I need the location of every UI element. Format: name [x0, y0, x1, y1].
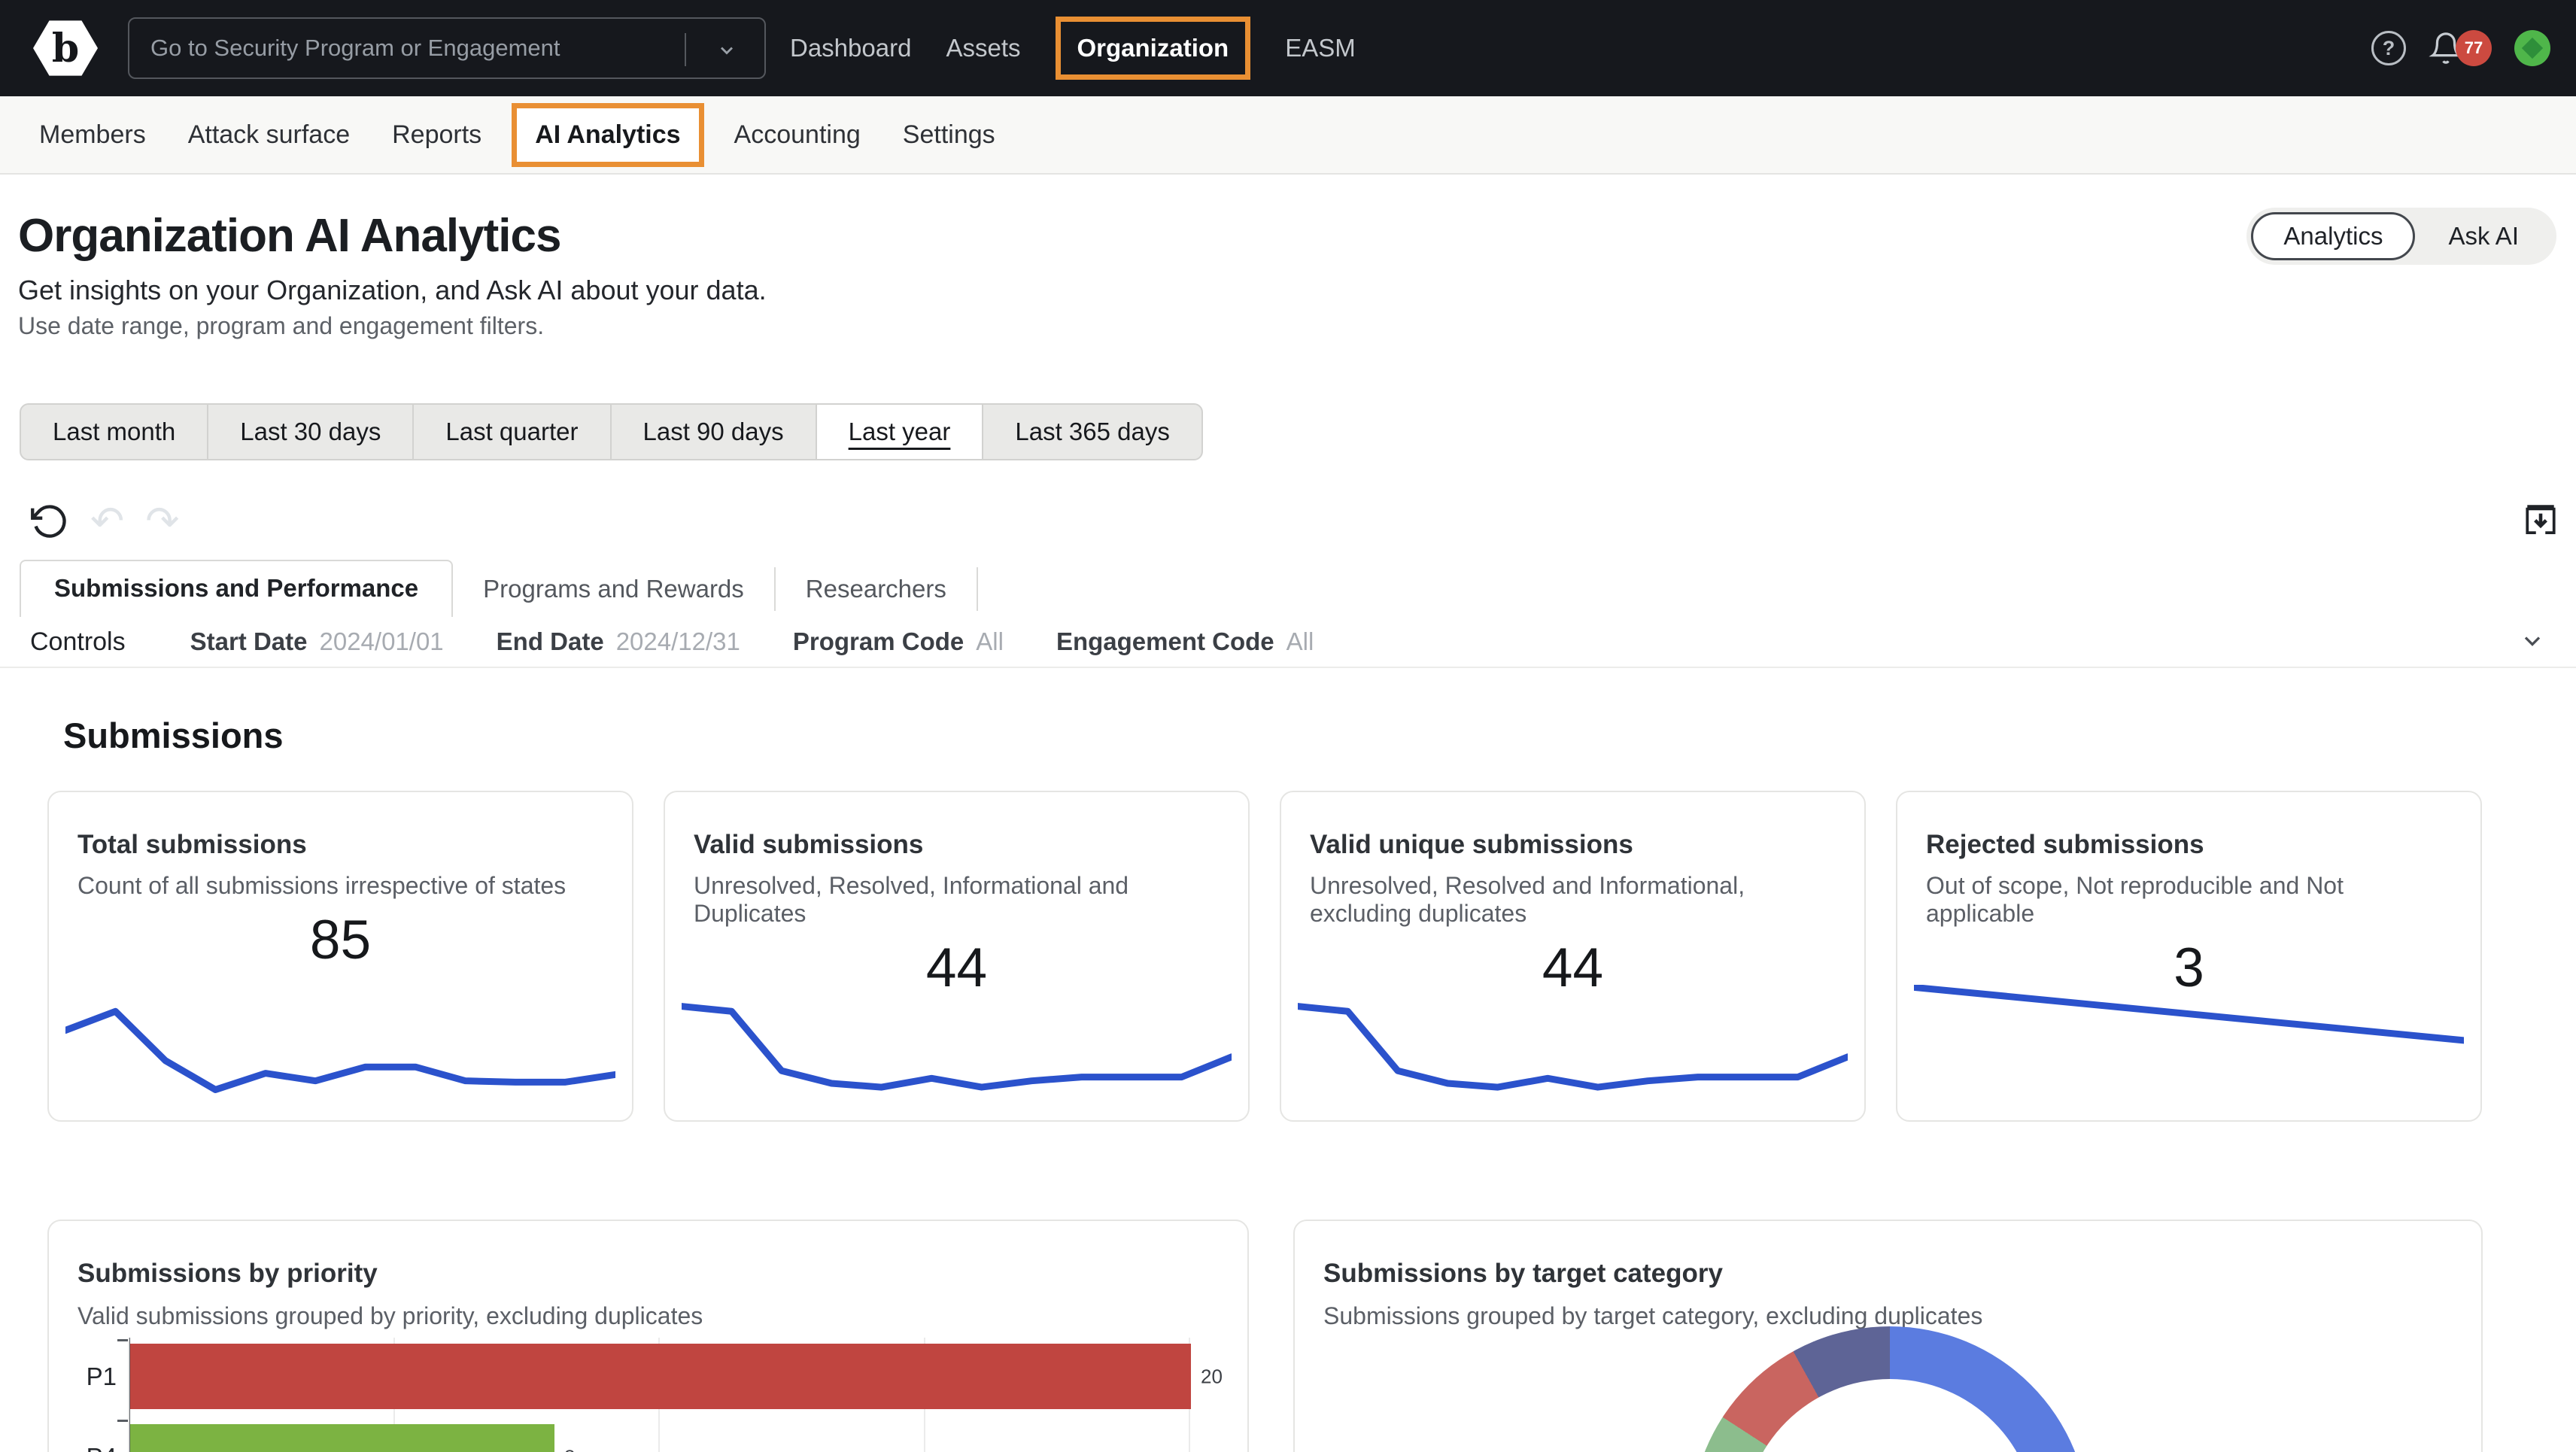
analytics-askai-toggle: Analytics Ask AI [2246, 208, 2556, 265]
stat-card-value: 85 [309, 910, 372, 971]
date-range-segmented-control: Last month Last 30 days Last quarter Las… [20, 403, 1203, 460]
gridline [128, 1338, 129, 1452]
submissions-by-target-category-card: Submissions by target category Submissio… [1293, 1220, 2483, 1452]
total-submissions-card: Total submissions Count of all submissio… [47, 791, 633, 1122]
stat-card-title: Valid unique submissions [1310, 830, 1633, 859]
stat-card-description: Out of scope, Not reproducible and Not a… [1926, 872, 2344, 927]
submissions-section-heading: Submissions [63, 715, 284, 755]
chevron-down-icon[interactable] [716, 40, 737, 61]
filter-engagement-code[interactable]: Engagement Code All [1056, 627, 1314, 656]
help-icon[interactable]: ? [2371, 31, 2406, 65]
stat-card-title: Total submissions [77, 830, 307, 859]
subnav-attack-surface[interactable]: Attack surface [188, 120, 350, 150]
date-last-90-days[interactable]: Last 90 days [612, 405, 817, 459]
notification-count-badge: 77 [2456, 30, 2492, 66]
bugcrowd-logo[interactable]: b [33, 20, 98, 76]
chart-title: Submissions by priority [77, 1259, 378, 1288]
subnav-reports[interactable]: Reports [392, 120, 481, 150]
subnav-members[interactable]: Members [39, 120, 146, 150]
chart-subtitle: Valid submissions grouped by priority, e… [77, 1302, 703, 1329]
chart-subtitle: Submissions grouped by target category, … [1323, 1302, 1983, 1329]
tab-submissions-and-performance[interactable]: Submissions and Performance [20, 560, 454, 617]
subnav-ai-analytics[interactable]: AI Analytics [535, 120, 680, 149]
date-last-month[interactable]: Last month [21, 405, 209, 459]
filter-start-date[interactable]: Start Date 2024/01/01 [190, 627, 444, 656]
search-placeholder: Go to Security Program or Engagement [150, 35, 560, 61]
bar-category-label: P4 [56, 1443, 117, 1452]
user-avatar[interactable] [2514, 30, 2550, 66]
filter-end-date[interactable]: End Date 2024/12/31 [497, 627, 740, 656]
chart-title: Submissions by target category [1323, 1259, 1723, 1288]
dashboard-toolbar: ↶ ↷ [0, 501, 2576, 546]
search-input[interactable]: Go to Security Program or Engagement [128, 17, 766, 79]
date-last-30-days[interactable]: Last 30 days [208, 405, 415, 459]
tab-researchers[interactable]: Researchers [776, 567, 978, 611]
stat-card-title: Rejected submissions [1926, 830, 2204, 859]
controls-row: Controls Start Date 2024/01/01 End Date … [0, 617, 2576, 668]
nav-dashboard[interactable]: Dashboard [790, 34, 911, 62]
ask-ai-toggle-button[interactable]: Ask AI [2415, 212, 2552, 260]
bar-value-label: 20 [1201, 1365, 1223, 1387]
page-title: Organization AI Analytics [18, 210, 561, 262]
date-last-365-days[interactable]: Last 365 days [983, 405, 1201, 459]
valid-submissions-card: Valid submissions Unresolved, Resolved, … [664, 791, 1250, 1122]
axis-tick [117, 1339, 128, 1341]
stat-card-description: Unresolved, Resolved and Informational, … [1310, 872, 1745, 927]
bar-P1 [130, 1344, 1191, 1409]
page-subtitle: Get insights on your Organization, and A… [18, 275, 767, 305]
subnav-accounting[interactable]: Accounting [734, 120, 861, 150]
org-secondary-nav: Members Attack surface Reports AI Analyt… [0, 96, 2576, 175]
bar-category-label: P1 [86, 1362, 117, 1390]
analytics-tabs: Submissions and Performance Programs and… [20, 560, 2576, 617]
charts-row: Submissions by priority Valid submission… [47, 1220, 2576, 1452]
logo-letter: b [51, 25, 80, 71]
controls-collapse-chevron-icon[interactable] [2519, 627, 2546, 655]
stat-card-title: Valid submissions [694, 830, 924, 859]
donut-hole [1743, 1379, 2037, 1452]
notifications-button[interactable]: 77 [2429, 30, 2492, 66]
tab-programs-and-rewards[interactable]: Programs and Rewards [453, 567, 776, 611]
filter-program-code[interactable]: Program Code All [793, 627, 1004, 656]
refresh-icon[interactable] [30, 502, 69, 541]
stat-card-description: Count of all submissions irrespective of… [77, 872, 567, 899]
valid-unique-submissions-card: Valid unique submissions Unresolved, Res… [1280, 791, 1866, 1122]
undo-icon[interactable]: ↶ [90, 501, 124, 542]
bar-P4 [130, 1424, 554, 1452]
priority-bar-plot: P120P48 [87, 1338, 1238, 1452]
controls-label: Controls [30, 627, 126, 656]
axis-tick [117, 1420, 128, 1422]
date-last-quarter[interactable]: Last quarter [414, 405, 612, 459]
trend-sparkline [682, 985, 1232, 1111]
organization-annotation-box: Organization [1055, 17, 1251, 80]
top-navigation: Dashboard Assets Organization EASM [790, 17, 1356, 80]
trend-sparkline [1914, 985, 2464, 1111]
target-category-donut [1690, 1326, 2089, 1452]
rejected-submissions-card: Rejected submissions Out of scope, Not r… [1896, 791, 2482, 1122]
trend-sparkline [65, 985, 615, 1111]
topbar: b Go to Security Program or Engagement D… [0, 0, 2576, 96]
analytics-toggle-button[interactable]: Analytics [2251, 212, 2416, 260]
ai-analytics-annotation-box: AI Analytics [512, 102, 704, 167]
search-divider [685, 33, 686, 66]
stat-cards-row: Total submissions Count of all submissio… [47, 791, 2576, 1122]
nav-assets[interactable]: Assets [946, 34, 1020, 62]
nav-easm[interactable]: EASM [1285, 34, 1356, 62]
stat-card-description: Unresolved, Resolved, Informational and … [694, 872, 1129, 927]
page-hint: Use date range, program and engagement f… [18, 312, 545, 339]
submissions-by-priority-card: Submissions by priority Valid submission… [47, 1220, 1249, 1452]
subnav-settings[interactable]: Settings [903, 120, 995, 150]
nav-organization[interactable]: Organization [1077, 34, 1229, 62]
trend-sparkline [1298, 985, 1848, 1111]
topbar-right-cluster: ? 77 [2371, 30, 2550, 66]
bar-value-label: 8 [564, 1445, 575, 1452]
download-icon[interactable] [2522, 501, 2559, 539]
page-header: Organization AI Analytics Get insights o… [0, 175, 2576, 340]
date-last-year[interactable]: Last year [816, 405, 984, 459]
redo-icon[interactable]: ↷ [145, 501, 179, 542]
